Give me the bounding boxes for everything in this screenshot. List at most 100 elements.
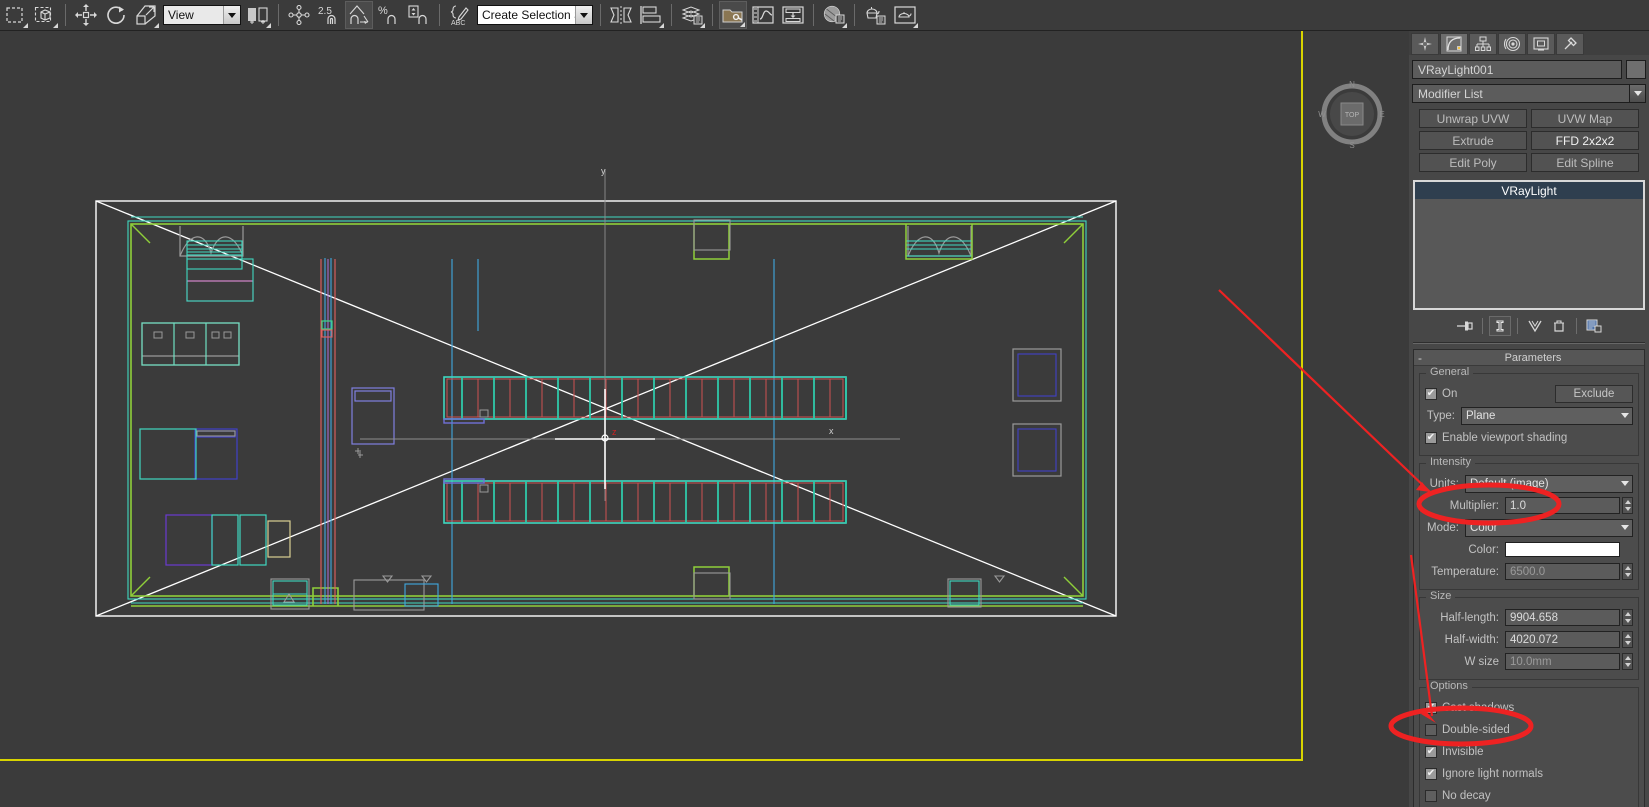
angle-snap-toggle-button[interactable] [345,1,373,29]
svg-text:%: % [378,5,388,17]
select-and-scale-button[interactable] [132,1,160,29]
toggle-scene-explorer-button[interactable] [719,1,747,29]
layer-manager-button[interactable] [678,1,706,29]
half-length-spinner[interactable] [1622,609,1633,626]
half-length-field[interactable]: 9904.658 [1505,609,1620,626]
ignore-light-normals-label: Ignore light normals [1442,767,1543,780]
modifier-list-dropdown[interactable]: Modifier List [1412,84,1630,103]
modifier-stack[interactable]: VRayLight [1413,180,1645,310]
intensity-group: Intensity Units: Default (image) Multipl… [1419,456,1639,590]
render-setup-button[interactable] [861,1,889,29]
mirror-button[interactable] [607,1,635,29]
on-row: ✔ On Exclude [1425,384,1633,403]
modifier-button-edit-spline[interactable]: Edit Spline [1531,153,1639,172]
units-label: Units: [1429,477,1459,490]
enable-viewport-shading-checkbox[interactable]: ✔ [1425,431,1437,444]
modifier-button-edit-poly[interactable]: Edit Poly [1419,153,1527,172]
multiplier-spinner[interactable] [1622,497,1633,514]
temperature-row: Temperature: 6500.0 [1425,562,1633,581]
rendered-frame-window-button[interactable] [891,1,919,29]
modifier-button-ffd-2x2x2[interactable]: FFD 2x2x2 [1531,131,1639,150]
modifier-stack-item-vraylight[interactable]: VRayLight [1415,182,1643,199]
half-width-field[interactable]: 4020.072 [1505,631,1620,648]
temperature-spinner[interactable] [1622,563,1633,580]
create-star-icon [1418,37,1432,51]
multiplier-field[interactable]: 1.0 [1505,497,1620,514]
chevron-down-icon[interactable] [1617,413,1632,418]
modifier-button-extrude[interactable]: Extrude [1419,131,1527,150]
named-selection-set-combo[interactable]: Create Selection Set [477,5,593,25]
mode-combo[interactable]: Color [1465,518,1633,537]
snap-toggle-button[interactable]: 2.5 [315,1,343,29]
ignore-light-normals-checkbox[interactable]: ✔ [1425,767,1437,780]
teapot-render-setup-icon [866,7,886,25]
use-pivot-center-button[interactable] [244,1,272,29]
options-group-title: Options [1426,680,1472,692]
named-selection-set-value: Create Selection Set [482,8,575,22]
no-decay-checkbox[interactable] [1425,789,1437,802]
select-and-move-button[interactable] [72,1,100,29]
chevron-down-icon[interactable] [575,6,592,24]
double-sided-checkbox[interactable] [1425,723,1437,736]
general-group-title: General [1426,366,1474,378]
temperature-field[interactable]: 6500.0 [1505,563,1620,580]
toolbar-separator [712,4,713,26]
material-editor-icon [823,5,845,24]
toolbar-separator [671,4,672,26]
make-unique-button[interactable] [1524,316,1546,336]
object-name-field[interactable]: VRayLight001 [1412,60,1622,79]
invisible-checkbox[interactable]: ✔ [1425,745,1437,758]
angle-snap-icon [349,5,369,24]
parameters-rollout-header[interactable]: - Parameters [1414,350,1644,366]
viewcube-west-label: W [1318,110,1326,119]
tab-create[interactable] [1411,33,1439,55]
tab-hierarchy[interactable] [1469,33,1497,55]
select-by-name-button[interactable] [31,1,59,29]
display-monitor-icon [1533,37,1549,51]
viewcube[interactable]: TOP N E S W [1316,78,1388,150]
chevron-down-icon[interactable] [1630,84,1646,103]
manipulate-icon [288,5,310,25]
select-object-button[interactable] [1,1,29,29]
svg-text:z: z [612,427,617,437]
mirror-icon [610,6,632,24]
chevron-down-icon[interactable] [1617,481,1632,486]
object-color-swatch[interactable] [1626,60,1646,79]
tab-motion[interactable] [1498,33,1526,55]
tab-modify[interactable] [1440,33,1468,55]
chevron-down-icon[interactable] [1617,525,1632,530]
align-button[interactable] [637,1,665,29]
top-viewport[interactable]: z x y TOP N E S W [0,31,1409,807]
chevron-down-icon[interactable] [223,6,240,24]
tab-utilities[interactable] [1556,33,1584,55]
show-end-result-button[interactable] [1488,316,1511,336]
half-width-spinner[interactable] [1622,631,1633,648]
material-editor-button[interactable] [820,1,848,29]
color-row: Color: [1425,540,1633,559]
light-color-swatch[interactable] [1505,542,1620,557]
type-combo[interactable]: Plane [1461,406,1633,425]
modifier-button-uvw-map[interactable]: UVW Map [1531,109,1639,128]
select-and-rotate-button[interactable] [102,1,130,29]
reference-coordinate-system-combo[interactable]: View [163,5,241,25]
reference-coordinate-system-value: View [168,8,194,22]
w-size-field[interactable]: 10.0mm [1505,653,1620,670]
cast-shadows-checkbox[interactable]: ✔ [1425,701,1437,714]
type-row: Type: Plane [1425,406,1633,425]
edit-named-selection-sets-button[interactable]: ABC [446,1,474,29]
w-size-spinner[interactable] [1622,653,1633,670]
exclude-button[interactable]: Exclude [1555,384,1633,403]
units-combo[interactable]: Default (image) [1465,474,1633,493]
select-and-manipulate-button[interactable] [285,1,313,29]
spinner-snap-toggle-button[interactable] [405,1,433,29]
configure-modifier-sets-button[interactable] [1583,316,1605,336]
modifier-button-unwrap-uvw[interactable]: Unwrap UVW [1419,109,1527,128]
tab-display[interactable] [1527,33,1555,55]
percent-snap-toggle-button[interactable]: % [375,1,403,29]
remove-modifier-button[interactable] [1548,316,1570,336]
curve-editor-button[interactable] [749,1,777,29]
select-by-name-icon [34,6,52,23]
schematic-view-button[interactable] [779,1,807,29]
on-checkbox[interactable]: ✔ [1425,387,1437,400]
pin-stack-button[interactable] [1454,316,1476,336]
